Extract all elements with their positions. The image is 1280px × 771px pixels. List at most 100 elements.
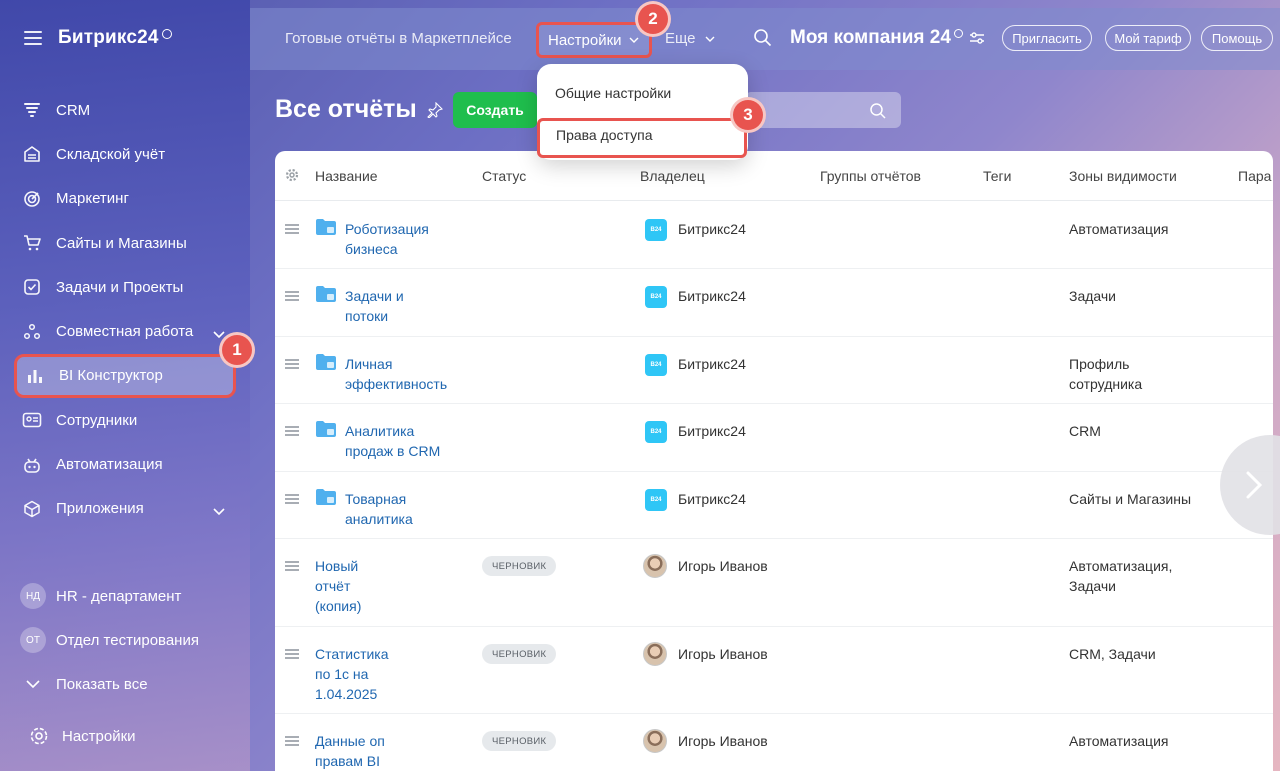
report-name-link[interactable]: Роботизация бизнеса (345, 219, 485, 259)
report-name-link[interactable]: Задачи и потоки (345, 286, 485, 326)
status-badge: ЧЕРНОВИК (482, 731, 557, 751)
avatar: НД (20, 583, 46, 609)
sidebar-item-label: Сотрудники (56, 411, 138, 429)
sidebar-item-label: Маркетинг (56, 190, 129, 208)
company-name[interactable]: Моя компания 24 (790, 27, 985, 49)
chevron-down-icon (629, 37, 639, 43)
employees-icon (22, 410, 42, 430)
app-logo[interactable]: Битрикс24 (58, 27, 159, 49)
crm-icon (22, 100, 42, 120)
visibility-zone: CRM (1069, 423, 1101, 439)
sidebar-item-tasks[interactable]: Задачи и Проекты (14, 265, 236, 309)
search-input[interactable] (745, 92, 901, 128)
drag-handle-icon[interactable] (285, 561, 299, 571)
table-row[interactable]: Аналитика продаж в CRM B24 Битрикс24 CRM (275, 404, 1273, 472)
column-header-params[interactable]: Пара (1238, 168, 1271, 184)
create-button[interactable]: Создать (453, 92, 537, 128)
avatar (643, 729, 667, 753)
menu-item-label: Права доступа (556, 127, 653, 143)
drag-handle-icon[interactable] (285, 494, 299, 504)
drag-handle-icon[interactable] (285, 736, 299, 746)
search-icon[interactable] (753, 28, 773, 53)
report-name-link[interactable]: Товарная аналитика (345, 489, 485, 529)
owner-name: Битрикс24 (678, 356, 746, 372)
sidebar-item-crm[interactable]: CRM (14, 88, 236, 132)
sidebar-item-label: CRM (56, 101, 91, 119)
folder-icon (316, 421, 336, 437)
visibility-zone: Автоматизация (1069, 221, 1169, 237)
report-name-link[interactable]: Статистика по 1с на 1.04.2025 (315, 644, 455, 704)
show-all-button[interactable]: Показать все (14, 662, 236, 706)
drag-handle-icon[interactable] (285, 359, 299, 369)
table-row[interactable]: Статистика по 1с на 1.04.2025 ЧЕРНОВИК Иго… (275, 627, 1273, 714)
marketplace-link[interactable]: Готовые отчёты в Маркетплейсе (285, 30, 512, 47)
sidebar-item-label: Задачи и Проекты (56, 278, 184, 296)
settings-label: Настройки (62, 727, 136, 745)
sidebar-item-apps[interactable]: Приложения (14, 487, 236, 531)
cube-icon (22, 499, 42, 519)
drag-handle-icon[interactable] (285, 649, 299, 659)
sidebar-item-employees[interactable]: Сотрудники (14, 398, 236, 442)
table-row[interactable]: Товарная аналитика B24 Битрикс24 Сайты и … (275, 472, 1273, 539)
pin-icon[interactable] (426, 101, 443, 118)
invite-button[interactable]: Пригласить (1002, 25, 1092, 51)
owner-name[interactable]: Игорь Иванов (678, 558, 768, 574)
column-header-groups[interactable]: Группы отчётов (820, 168, 921, 184)
sidebar-item-automation[interactable]: Автоматизация (14, 442, 236, 486)
report-name-link[interactable]: Личная эффективность (345, 354, 485, 394)
logo-row: Битрикс24 (24, 24, 172, 52)
gear-icon[interactable] (285, 168, 299, 187)
sidebar-settings[interactable]: Настройки (20, 714, 136, 758)
table-row[interactable]: Данные оп правам BI ЧЕРНОВИК Игорь Иванов… (275, 714, 1273, 771)
help-button[interactable]: Помощь (1201, 25, 1273, 51)
table-row[interactable]: Роботизация бизнеса B24 Битрикс24 Автомат… (275, 202, 1273, 269)
menu-item-general-settings[interactable]: Общие настройки (537, 85, 748, 101)
column-header-owner[interactable]: Владелец (640, 168, 705, 184)
sidebar-item-warehouse[interactable]: Складской учёт (14, 132, 236, 176)
column-header-name[interactable]: Название (315, 168, 378, 184)
group-label: Отдел тестирования (56, 631, 199, 649)
owner-name[interactable]: Игорь Иванов (678, 646, 768, 662)
sidebar-item-bi-constructor[interactable]: BI Конструктор (14, 353, 236, 399)
sidebar-item-label: BI Конструктор (59, 367, 163, 385)
report-name-link[interactable]: Данные оп правам BI (315, 731, 455, 771)
chevron-down-icon[interactable] (212, 503, 226, 520)
table-row[interactable]: Личная эффективность B24 Битрикс24 Профил… (275, 337, 1273, 404)
owner-name[interactable]: Игорь Иванов (678, 733, 768, 749)
sidebar-item-marketing[interactable]: Маркетинг (14, 177, 236, 221)
sidebar-item-label: Совместная работа (56, 323, 194, 341)
more-menu-button[interactable]: Еще (665, 30, 716, 47)
drag-handle-icon[interactable] (285, 224, 299, 234)
gear-icon (26, 726, 52, 746)
warehouse-icon (22, 144, 42, 164)
reports-grid: Название Статус Владелец Группы отчётов … (275, 151, 1273, 771)
column-header-tags[interactable]: Теги (983, 168, 1011, 184)
chevron-down-icon[interactable] (212, 326, 226, 343)
chevron-down-icon (20, 679, 46, 689)
folder-icon (316, 489, 336, 505)
drag-handle-icon[interactable] (285, 426, 299, 436)
report-name-link[interactable]: Новый отчёт (копия) (315, 556, 455, 616)
table-row[interactable]: Задачи и потоки B24 Битрикс24 Задачи (275, 269, 1273, 337)
owner-name: Битрикс24 (678, 423, 746, 439)
sidebar-item-collab[interactable]: Совместная работа (14, 309, 236, 353)
collab-icon (22, 322, 42, 342)
callout-badge: 2 (638, 4, 668, 34)
menu-item-access-rights[interactable]: Права доступа (537, 118, 747, 158)
sidebar-item-sites[interactable]: Сайты и Магазины (14, 221, 236, 265)
drag-handle-icon[interactable] (285, 291, 299, 301)
tariff-button[interactable]: Мой тариф (1105, 25, 1191, 51)
group-hr[interactable]: НД HR - департамент (14, 574, 236, 618)
settings-menu-button[interactable]: Настройки (536, 22, 652, 58)
group-testing[interactable]: ОТ Отдел тестирования (14, 618, 236, 662)
settings-menu-label: Настройки (548, 31, 622, 49)
report-name-link[interactable]: Аналитика продаж в CRM (345, 421, 485, 461)
chevron-right-icon (1246, 471, 1263, 499)
column-header-status[interactable]: Статус (482, 168, 526, 184)
status-badge: ЧЕРНОВИК (482, 556, 557, 576)
folder-icon (316, 354, 336, 370)
column-header-zones[interactable]: Зоны видимости (1069, 168, 1177, 184)
menu-icon[interactable] (24, 31, 42, 45)
table-row[interactable]: Новый отчёт (копия) ЧЕРНОВИК Игорь Иванов … (275, 539, 1273, 627)
bitrix24-logo-icon: B24 (645, 219, 667, 241)
